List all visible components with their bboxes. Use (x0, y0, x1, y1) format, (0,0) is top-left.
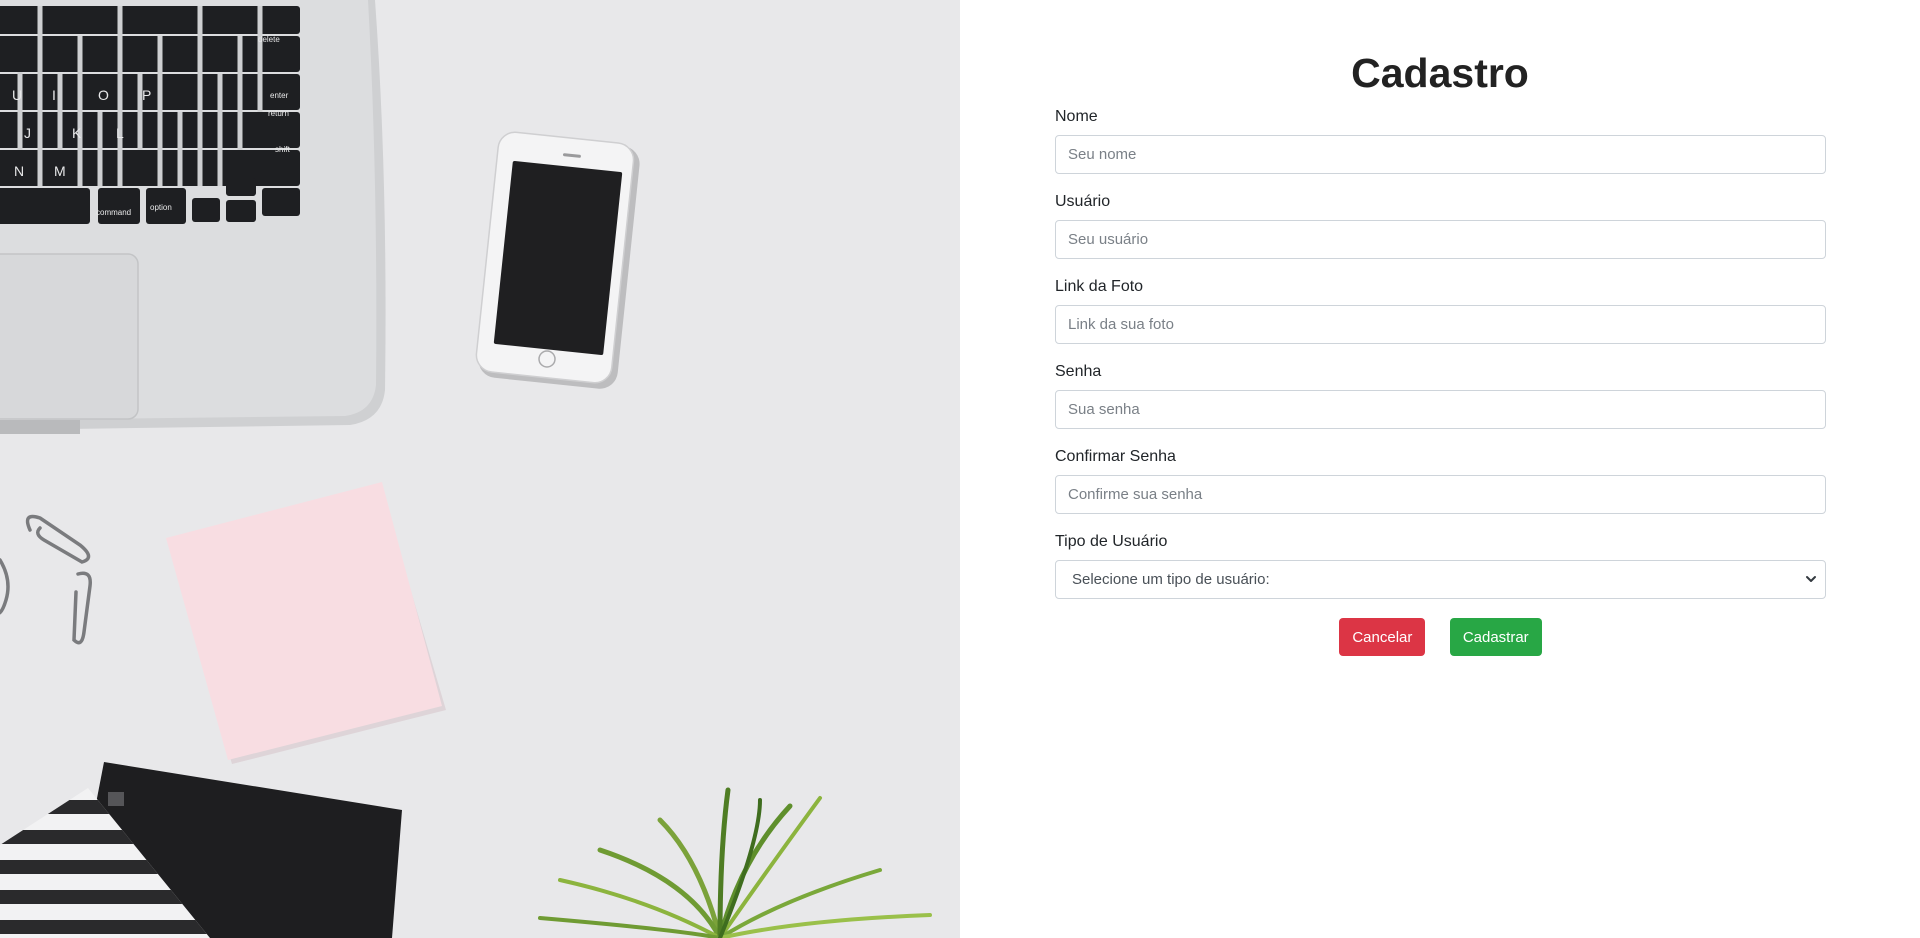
svg-text:M: M (54, 163, 66, 179)
cancel-button[interactable]: Cancelar (1339, 618, 1426, 656)
svg-text:U: U (12, 87, 22, 103)
signup-page: delete enter return shift command option… (0, 0, 1920, 938)
field-name: Nome (1055, 108, 1826, 174)
svg-text:J: J (24, 125, 31, 141)
user-type-label: Tipo de Usuário (1055, 533, 1168, 550)
signup-form: Nome Usuário Link da Foto Senha Confirma… (1055, 108, 1826, 656)
submit-button[interactable]: Cadastrar (1449, 618, 1542, 656)
svg-text:P: P (142, 87, 151, 103)
key-label-shift: shift (275, 145, 290, 154)
smartphone-illustration (475, 131, 640, 389)
laptop-illustration: delete enter return shift command option… (0, 0, 386, 434)
form-actions: Cancelar Cadastrar (1055, 618, 1826, 656)
password-label: Senha (1055, 363, 1102, 380)
confirm-password-input[interactable] (1055, 475, 1826, 514)
key-label-option: option (150, 203, 172, 212)
page-title: Cadastro (1351, 50, 1529, 96)
username-input[interactable] (1055, 220, 1826, 259)
key-label-delete: delete (258, 35, 280, 44)
user-type-select-wrapper: Selecione um tipo de usuário: (1055, 560, 1826, 599)
password-input[interactable] (1055, 390, 1826, 429)
photo-link-input[interactable] (1055, 305, 1826, 344)
svg-text:K: K (72, 125, 82, 141)
svg-text:N: N (14, 163, 24, 179)
signup-form-panel: Cadastro Nome Usuário Link da Foto Senha… (960, 0, 1920, 938)
field-password: Senha (1055, 363, 1826, 429)
username-label: Usuário (1055, 193, 1111, 210)
key-label-enter: enter (270, 91, 289, 100)
hero-image: delete enter return shift command option… (0, 0, 960, 938)
field-photo-link: Link da Foto (1055, 278, 1826, 344)
field-username: Usuário (1055, 193, 1826, 259)
field-user-type: Tipo de Usuário Selecione um tipo de usu… (1055, 533, 1826, 599)
photo-link-label: Link da Foto (1055, 278, 1144, 295)
user-type-select[interactable]: Selecione um tipo de usuário: (1055, 560, 1826, 599)
svg-text:O: O (98, 87, 109, 103)
key-label-return: return (268, 109, 289, 118)
name-label: Nome (1055, 108, 1098, 125)
svg-text:L: L (116, 125, 124, 141)
confirm-password-label: Confirmar Senha (1055, 448, 1176, 465)
name-input[interactable] (1055, 135, 1826, 174)
field-confirm-password: Confirmar Senha (1055, 448, 1826, 514)
key-label-command: command (96, 208, 131, 217)
svg-text:I: I (52, 87, 56, 103)
